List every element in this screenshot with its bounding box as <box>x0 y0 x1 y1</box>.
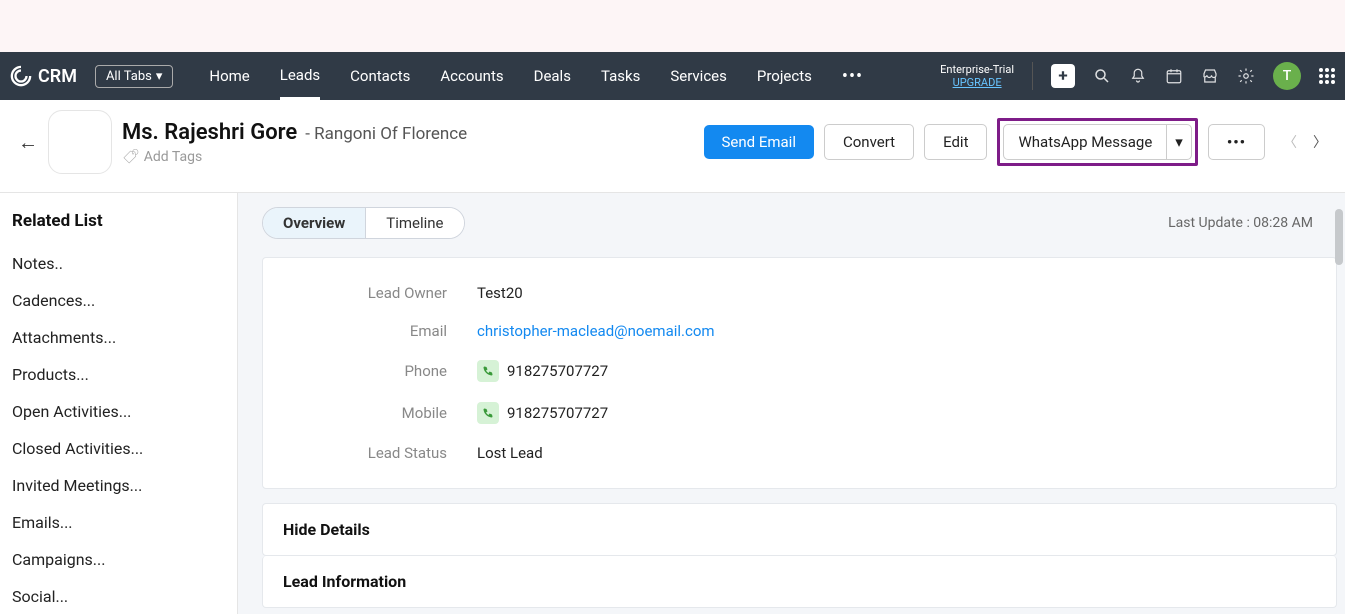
rl-closed-activities[interactable]: Closed Activities... <box>12 430 225 467</box>
scrollbar[interactable] <box>1331 207 1345 614</box>
related-list-title: Related List <box>12 211 225 231</box>
trial-label: Enterprise-Trial <box>940 63 1014 76</box>
nav-tasks[interactable]: Tasks <box>601 52 640 100</box>
nav-leads[interactable]: Leads <box>280 52 320 100</box>
calendar-icon[interactable] <box>1165 67 1183 85</box>
lead-owner-label: Lead Owner <box>287 284 477 302</box>
rl-open-activities[interactable]: Open Activities... <box>12 393 225 430</box>
summary-card: Lead Owner Test20 Email christopher-macl… <box>262 257 1337 489</box>
tabs-row: Overview Timeline Last Update : 08:28 AM <box>262 207 1337 239</box>
crm-logo-icon <box>10 65 32 87</box>
phone-icon[interactable] <box>477 360 499 382</box>
nav-services[interactable]: Services <box>670 52 727 100</box>
record-nav: 〈 〉 <box>1283 132 1327 152</box>
more-actions-button[interactable]: ••• <box>1208 124 1265 160</box>
rl-products[interactable]: Products... <box>12 356 225 393</box>
nav-items: Home Leads Contacts Accounts Deals Tasks… <box>209 52 863 100</box>
hide-details-label: Hide Details <box>283 520 1316 539</box>
nav-projects[interactable]: Projects <box>757 52 812 100</box>
hide-details-section[interactable]: Hide Details <box>262 503 1337 556</box>
crm-brand-text: CRM <box>38 66 77 87</box>
rl-attachments[interactable]: Attachments... <box>12 319 225 356</box>
trial-info: Enterprise-Trial UPGRADE <box>940 63 1014 89</box>
chevron-down-icon: ▾ <box>1175 133 1183 151</box>
send-email-button[interactable]: Send Email <box>704 125 814 159</box>
nav-home[interactable]: Home <box>209 52 249 100</box>
prev-record-button[interactable]: 〈 <box>1283 132 1297 152</box>
crm-logo[interactable]: CRM <box>10 65 77 87</box>
whatsapp-dropdown[interactable]: ▾ <box>1166 124 1192 160</box>
title-block: Ms. Rajeshri Gore - Rangoni Of Florence … <box>122 120 467 165</box>
related-list-panel: Related List Notes.. Cadences... Attachm… <box>0 193 238 614</box>
upgrade-link[interactable]: UPGRADE <box>953 76 1002 89</box>
tab-overview[interactable]: Overview <box>263 208 366 238</box>
pill-tabs: Overview Timeline <box>262 207 465 239</box>
mobile-value: 918275707727 <box>507 404 608 422</box>
nav-contacts[interactable]: Contacts <box>350 52 410 100</box>
add-tags-label: Add Tags <box>144 149 202 165</box>
lead-status-label: Lead Status <box>287 444 477 462</box>
next-record-button[interactable]: 〉 <box>1313 132 1327 152</box>
rl-cadences[interactable]: Cadences... <box>12 282 225 319</box>
lead-information-label: Lead Information <box>283 572 1316 591</box>
store-icon[interactable] <box>1201 67 1219 85</box>
chevron-down-icon: ▾ <box>156 69 163 84</box>
nav-right: Enterprise-Trial UPGRADE + T <box>940 62 1335 90</box>
email-value[interactable]: christopher-maclead@noemail.com <box>477 322 715 340</box>
divider <box>1032 62 1033 90</box>
lead-name: Ms. Rajeshri Gore <box>122 120 297 145</box>
lead-avatar <box>48 110 112 174</box>
tag-icon: 🏷 <box>122 149 140 165</box>
bell-icon[interactable] <box>1129 67 1147 85</box>
all-tabs-dropdown[interactable]: All Tabs ▾ <box>95 65 173 88</box>
create-button[interactable]: + <box>1051 64 1075 88</box>
whatsapp-button[interactable]: WhatsApp Message <box>1003 124 1166 160</box>
rl-emails[interactable]: Emails... <box>12 504 225 541</box>
mobile-label: Mobile <box>287 404 477 422</box>
nav-left: CRM All Tabs ▾ Home Leads Contacts Accou… <box>10 52 863 100</box>
gear-icon[interactable] <box>1237 67 1255 85</box>
rl-social[interactable]: Social... <box>12 578 225 615</box>
convert-button[interactable]: Convert <box>824 124 914 160</box>
phone-icon[interactable] <box>477 402 499 424</box>
lead-information-section: Lead Information <box>262 556 1337 608</box>
edit-button[interactable]: Edit <box>924 124 987 160</box>
nav-more[interactable]: ••• <box>842 66 863 87</box>
lead-header: ← Ms. Rajeshri Gore - Rangoni Of Florenc… <box>0 100 1345 193</box>
main-nav: CRM All Tabs ▾ Home Leads Contacts Accou… <box>0 52 1345 100</box>
lead-status-value: Lost Lead <box>477 444 543 462</box>
body: Related List Notes.. Cadences... Attachm… <box>0 193 1345 614</box>
search-icon[interactable] <box>1093 67 1111 85</box>
rl-invited-meetings[interactable]: Invited Meetings... <box>12 467 225 504</box>
scrollbar-thumb[interactable] <box>1335 209 1343 265</box>
whatsapp-highlight: WhatsApp Message ▾ <box>997 118 1197 166</box>
browser-chrome-area <box>0 0 1345 52</box>
tab-timeline[interactable]: Timeline <box>366 208 463 238</box>
apps-icon[interactable] <box>1319 68 1335 84</box>
action-buttons: Send Email Convert Edit WhatsApp Message… <box>704 118 1327 166</box>
right-panel: Overview Timeline Last Update : 08:28 AM… <box>238 193 1345 614</box>
add-tags[interactable]: 🏷 Add Tags <box>122 149 467 165</box>
user-avatar[interactable]: T <box>1273 62 1301 90</box>
last-update: Last Update : 08:28 AM <box>1168 215 1313 231</box>
rl-notes[interactable]: Notes.. <box>12 245 225 282</box>
back-button[interactable]: ← <box>18 130 40 155</box>
lead-company: - Rangoni Of Florence <box>305 124 467 144</box>
phone-value: 918275707727 <box>507 362 608 380</box>
phone-label: Phone <box>287 362 477 380</box>
nav-deals[interactable]: Deals <box>534 52 571 100</box>
email-label: Email <box>287 322 477 340</box>
all-tabs-label: All Tabs <box>106 69 152 84</box>
lead-owner-value: Test20 <box>477 284 523 302</box>
nav-accounts[interactable]: Accounts <box>440 52 503 100</box>
rl-campaigns[interactable]: Campaigns... <box>12 541 225 578</box>
